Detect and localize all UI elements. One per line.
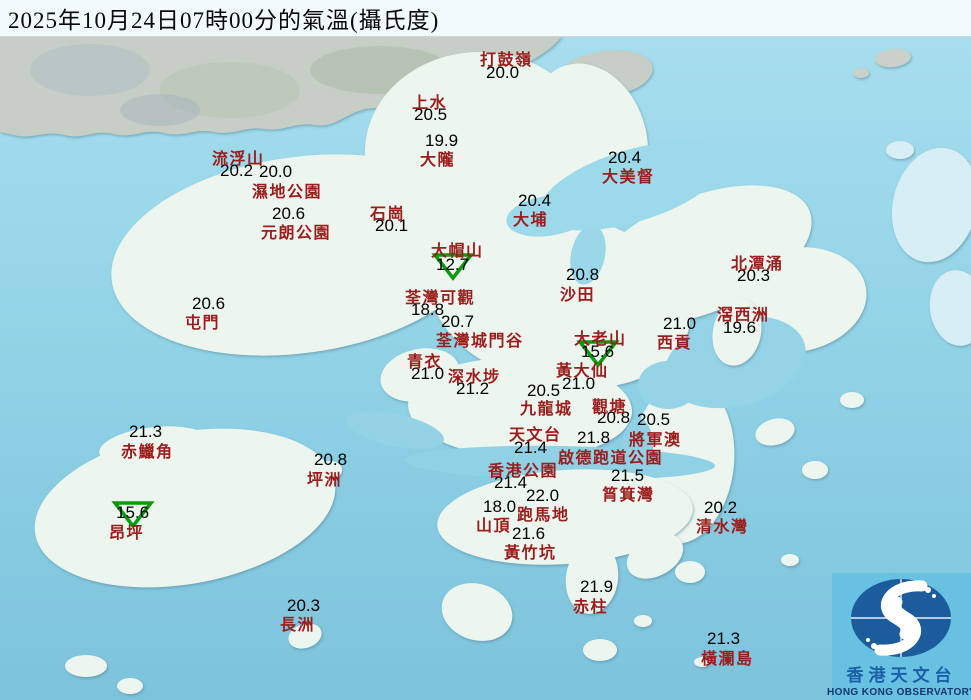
station-name-label: 筲箕灣 [602, 481, 655, 505]
station-name-label: 西貢 [657, 329, 692, 353]
station-name-label: 濕地公園 [252, 178, 322, 202]
station-name-label: 赤鱲角 [121, 438, 174, 462]
station-name-label: 九龍城 [520, 395, 573, 419]
station-name-label: 流浮山 [212, 145, 265, 169]
station-name-label: 大帽山 [431, 237, 484, 261]
station-name-label: 大埔 [513, 206, 548, 230]
title-bar: 2025年10月24日07時00分的氣溫(攝氏度) [0, 0, 971, 37]
hko-logo-symbol-icon [832, 573, 971, 659]
station-name-label: 黃大仙 [556, 357, 609, 381]
station-name-label: 橫瀾島 [701, 645, 754, 669]
station-name-label: 青衣 [407, 348, 442, 372]
station-name-label: 香港公園 [488, 457, 558, 481]
hko-logo: 香港天文台 HONG KONG OBSERVATORY [832, 573, 971, 700]
station-name-label: 大隴 [420, 146, 455, 170]
station-name-label: 坪洲 [307, 466, 342, 490]
station-name-label: 深水埗 [448, 363, 501, 387]
station-name-label: 啟德跑道公園 [558, 444, 663, 468]
station-name-label: 荃灣城門谷 [436, 327, 524, 351]
station-name-label: 沙田 [560, 281, 595, 305]
station-name-label: 屯門 [185, 309, 220, 333]
station-name-label: 天文台 [509, 421, 562, 445]
station-name-label: 長洲 [280, 611, 315, 635]
station-name-label: 黃竹坑 [504, 539, 557, 563]
station-name-label: 上水 [412, 89, 447, 113]
map-title: 2025年10月24日07時00分的氣溫(攝氏度) [0, 1, 439, 35]
hko-logo-chinese-text: 香港天文台 [847, 661, 957, 686]
station-name-label: 昂坪 [109, 519, 144, 543]
station-name-label: 跑馬地 [517, 501, 570, 525]
station-name-label: 北潭涌 [731, 250, 784, 274]
station-labels-layer: 20.0打鼓嶺20.5上水19.9大隴20.2流浮山20.0濕地公園20.4大美… [0, 0, 971, 700]
station-name-label: 山頂 [476, 512, 511, 536]
station-name-label: 滘西洲 [717, 301, 770, 325]
station-name-label: 荃灣可觀 [405, 284, 475, 308]
station-name-label: 赤柱 [573, 593, 608, 617]
temperature-map: 2025年10月24日07時00分的氣溫(攝氏度) 20.0打鼓嶺20.5上水1… [0, 0, 971, 700]
station-name-label: 觀塘 [592, 393, 627, 417]
station-name-label: 大美督 [602, 163, 655, 187]
station-name-label: 大老山 [574, 325, 627, 349]
hko-logo-english-text: HONG KONG OBSERVATORY [827, 687, 971, 698]
station-name-label: 清水灣 [696, 513, 749, 537]
station-name-label: 打鼓嶺 [480, 46, 533, 70]
station-name-label: 元朗公園 [261, 219, 331, 243]
station-name-label: 石崗 [370, 200, 405, 224]
